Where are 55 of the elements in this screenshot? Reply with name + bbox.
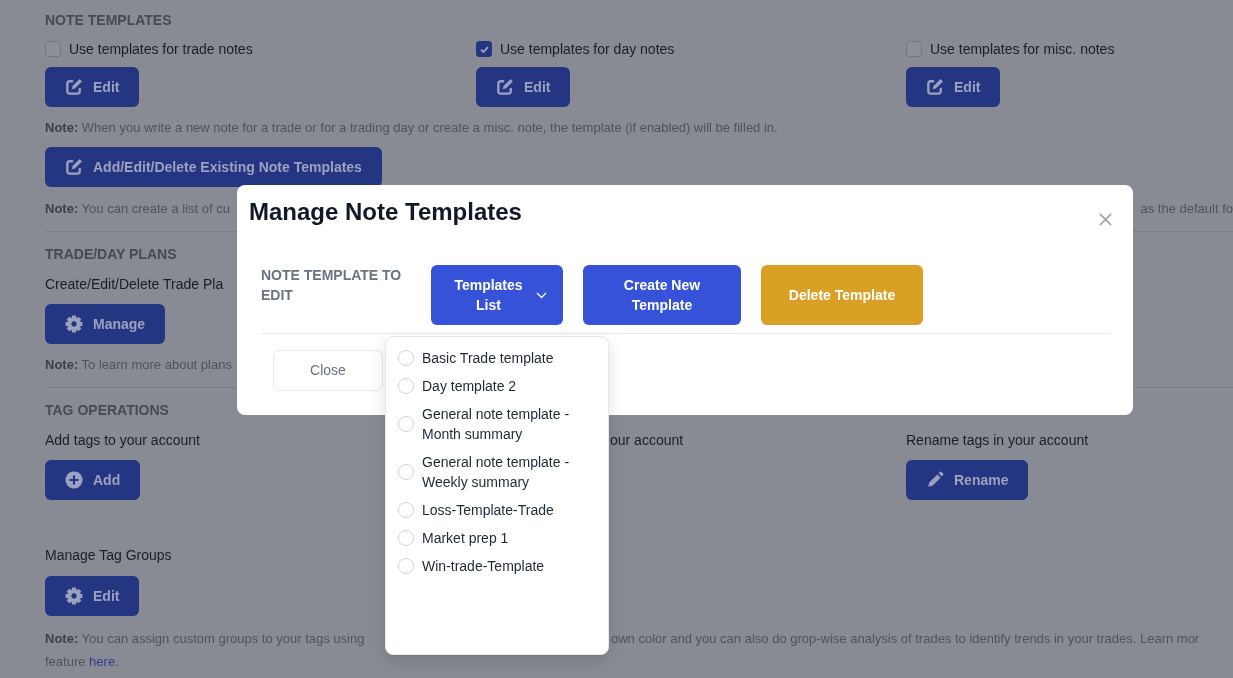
edit-button[interactable]: Edit — [45, 67, 140, 107]
add-button[interactable]: Add — [45, 460, 141, 500]
note-text: Note: To learn more about plans — [45, 356, 232, 374]
radio-button[interactable] — [398, 378, 414, 394]
section-heading: TRADE/DAY PLANS — [45, 245, 177, 264]
action-label: Rename tags in your account — [906, 432, 1089, 448]
close-icon — [1097, 212, 1113, 227]
radio-button[interactable] — [398, 558, 414, 574]
template-option[interactable]: Day template 2 — [398, 372, 596, 400]
option-label: Use templates for misc. notes — [930, 40, 1115, 59]
note-text: Note: You can assign custom groups to your tags using — [45, 630, 365, 648]
template-option[interactable]: General note template - Weekly summary — [398, 448, 596, 496]
edit-button[interactable]: Edit — [476, 67, 571, 107]
create-template-button[interactable]: Create New Template — [583, 265, 741, 325]
groups-label: Manage Tag Groups — [45, 547, 172, 563]
note-text: as the default fo — [1140, 200, 1233, 218]
radio-button[interactable] — [398, 530, 414, 546]
edit-icon — [926, 78, 944, 96]
field-label: NOTE TEMPLATE TO EDIT — [261, 266, 403, 305]
option-label: Use templates for day notes — [500, 40, 675, 59]
manage-button[interactable]: Manage — [45, 304, 166, 344]
edit-button[interactable]: Edit — [906, 67, 1001, 107]
section-heading: NOTE TEMPLATES — [45, 11, 172, 30]
checkbox[interactable] — [45, 41, 61, 57]
edit-button[interactable]: Edit — [45, 576, 140, 616]
section-heading: TAG OPERATIONS — [45, 401, 169, 420]
template-option[interactable]: Market prep 1 — [398, 524, 596, 552]
close-button[interactable]: Close — [273, 350, 383, 391]
pencil-icon — [926, 471, 944, 489]
action-label: our account — [610, 432, 684, 448]
template-option[interactable]: Win-trade-Template — [398, 552, 596, 580]
template-option[interactable]: Loss-Template-Trade — [398, 496, 596, 524]
radio-button[interactable] — [398, 350, 414, 366]
checkbox[interactable] — [476, 41, 492, 57]
checkbox[interactable] — [906, 41, 922, 57]
action-label: Add tags to your account — [45, 432, 200, 448]
note-text: feature here. — [45, 653, 119, 671]
chevron-down-icon — [536, 291, 547, 299]
radio-button[interactable] — [398, 416, 414, 432]
edit-icon — [496, 78, 514, 96]
edit-icon — [65, 78, 83, 96]
rename-button[interactable]: Rename — [906, 460, 1029, 500]
plans-label: Create/Edit/Delete Trade Pla — [45, 276, 224, 292]
note-text: Note: When you write a new note for a trade or for a trading day or create a misc. note, the template (if enabled) will be filled in. — [45, 119, 778, 137]
templates-dropdown-button[interactable]: Templates List — [431, 265, 563, 325]
gear-icon — [65, 587, 83, 605]
modal-title: Manage Note Templates — [249, 198, 522, 226]
gear-icon — [65, 315, 83, 333]
template-option[interactable]: General note template - Month summary — [398, 400, 596, 448]
edit-icon — [65, 158, 83, 176]
manage-templates-button[interactable]: Add/Edit/Delete Existing Note Templates — [45, 147, 382, 187]
radio-button[interactable] — [398, 502, 414, 518]
option-label: Use templates for trade notes — [69, 40, 253, 59]
template-option[interactable]: Basic Trade template — [398, 344, 596, 372]
radio-button[interactable] — [398, 464, 414, 480]
